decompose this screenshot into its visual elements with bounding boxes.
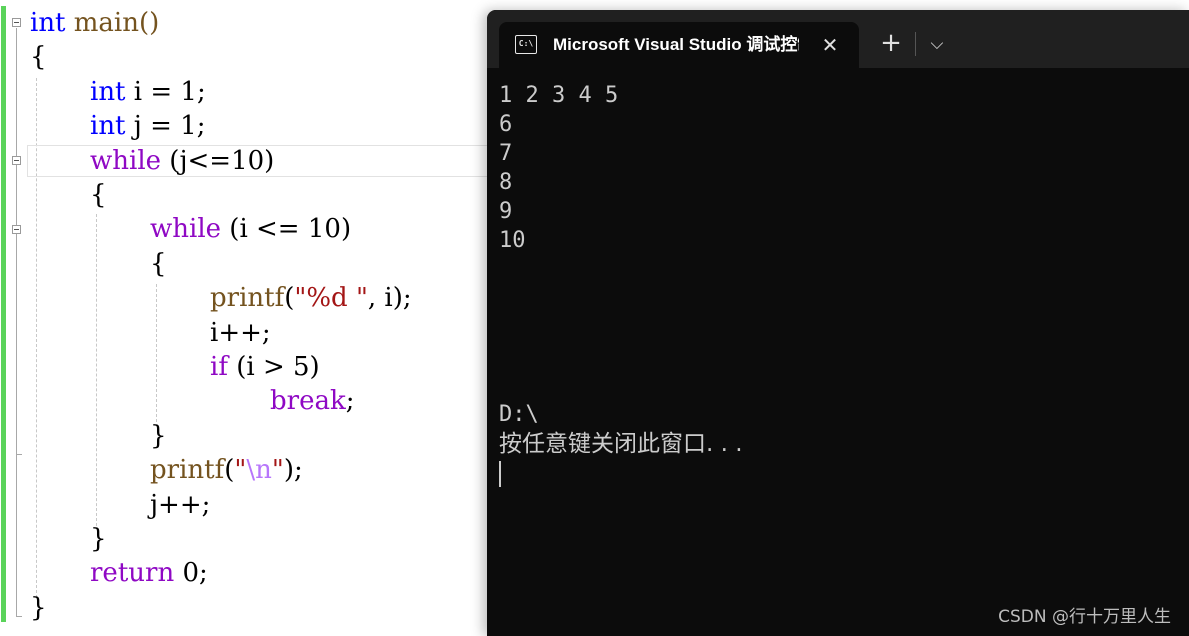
console-tab[interactable]: C:\ Microsoft Visual Studio 调试控制台 ✕	[499, 22, 859, 68]
code-token: }	[90, 524, 107, 554]
code-token: 0;	[174, 558, 208, 589]
collapse-inner-while-icon[interactable]	[12, 225, 21, 234]
code-token: (	[284, 283, 295, 314]
code-token: if	[210, 352, 228, 382]
fold-end-main	[16, 616, 22, 617]
code-token: (i > 5)	[227, 352, 320, 382]
indent-guide	[96, 214, 97, 526]
code-line[interactable]: }	[90, 522, 107, 556]
output-line: 10	[499, 228, 526, 253]
indent-guide	[156, 284, 157, 422]
output-line: 1 2 3 4 5	[499, 83, 619, 108]
code-token: {	[30, 42, 47, 73]
code-token: printf	[150, 455, 225, 486]
path-line: D:\	[499, 402, 539, 427]
code-token: i = 1;	[125, 76, 206, 107]
code-line[interactable]: while (j<=10)	[90, 144, 274, 178]
code-token: break	[270, 386, 346, 417]
fold-guide-main	[16, 28, 17, 616]
code-token: ;	[345, 386, 355, 417]
code-token: i++;	[210, 317, 271, 348]
code-line[interactable]: return 0;	[90, 556, 208, 590]
code-token: );	[283, 455, 303, 486]
change-tracking-bar	[1, 6, 6, 622]
chevron-down-icon[interactable]: ⌵	[923, 30, 951, 58]
terminal-icon: C:\	[515, 35, 537, 54]
output-line: 6	[499, 112, 513, 137]
code-token: }	[30, 592, 47, 623]
code-line[interactable]: printf("\n");	[150, 453, 303, 487]
code-line[interactable]: {	[30, 40, 47, 74]
code-line[interactable]: break;	[270, 384, 354, 418]
code-token: int	[90, 111, 126, 142]
code-line[interactable]: int j = 1;	[90, 109, 205, 143]
code-token: (j<=10)	[161, 145, 275, 176]
watermark: CSDN @行十万里人生	[998, 607, 1171, 627]
code-line[interactable]: j++;	[150, 488, 210, 522]
code-token: j++;	[150, 489, 211, 520]
code-line[interactable]: }	[30, 591, 47, 625]
close-icon[interactable]: ✕	[817, 32, 843, 58]
code-line[interactable]: if (i > 5)	[210, 350, 320, 384]
code-token: printf	[210, 283, 285, 314]
code-line[interactable]: {	[150, 247, 167, 281]
output-line: 9	[499, 199, 513, 224]
code-token: main()	[65, 8, 160, 38]
code-token: "%d "	[294, 283, 368, 314]
console-titlebar[interactable]: C:\ Microsoft Visual Studio 调试控制台 ✕ + ⌵	[487, 10, 1189, 68]
code-line[interactable]: i++;	[210, 316, 271, 350]
press-any-key-prompt: 按任意键关闭此窗口. . .	[499, 431, 743, 457]
output-line: 7	[499, 141, 513, 166]
tab-title: Microsoft Visual Studio 调试控制台	[553, 35, 799, 54]
code-token: j = 1;	[125, 111, 206, 142]
code-token: {	[90, 180, 107, 210]
code-line[interactable]: }	[150, 419, 167, 453]
code-line[interactable]: int main()	[30, 6, 159, 40]
titlebar-separator	[915, 32, 916, 56]
fold-end-inner-while	[16, 454, 22, 455]
console-window[interactable]: C:\ Microsoft Visual Studio 调试控制台 ✕ + ⌵ …	[487, 10, 1189, 636]
collapse-outer-while-icon[interactable]	[12, 156, 21, 165]
code-token: (i <= 10)	[221, 214, 352, 245]
code-line[interactable]: int i = 1;	[90, 75, 206, 109]
code-token: "	[271, 455, 284, 486]
code-token: (	[224, 455, 235, 486]
code-line[interactable]: printf("%d ", i);	[210, 281, 412, 315]
code-token: int	[30, 8, 66, 38]
output-line: 8	[499, 170, 513, 195]
code-token: while	[150, 214, 222, 245]
collapse-main-icon[interactable]	[12, 18, 21, 27]
new-tab-button[interactable]: +	[877, 30, 905, 58]
code-token: \n	[246, 455, 272, 486]
text-cursor	[499, 461, 501, 487]
code-line[interactable]: while (i <= 10)	[150, 212, 351, 246]
code-token: while	[90, 145, 162, 176]
code-line[interactable]: {	[90, 178, 107, 212]
code-token: int	[90, 76, 126, 107]
code-token: "	[234, 455, 247, 486]
code-token: return	[90, 558, 175, 589]
code-token: }	[150, 420, 167, 451]
code-token: {	[150, 248, 167, 279]
code-token: , i);	[367, 283, 412, 314]
